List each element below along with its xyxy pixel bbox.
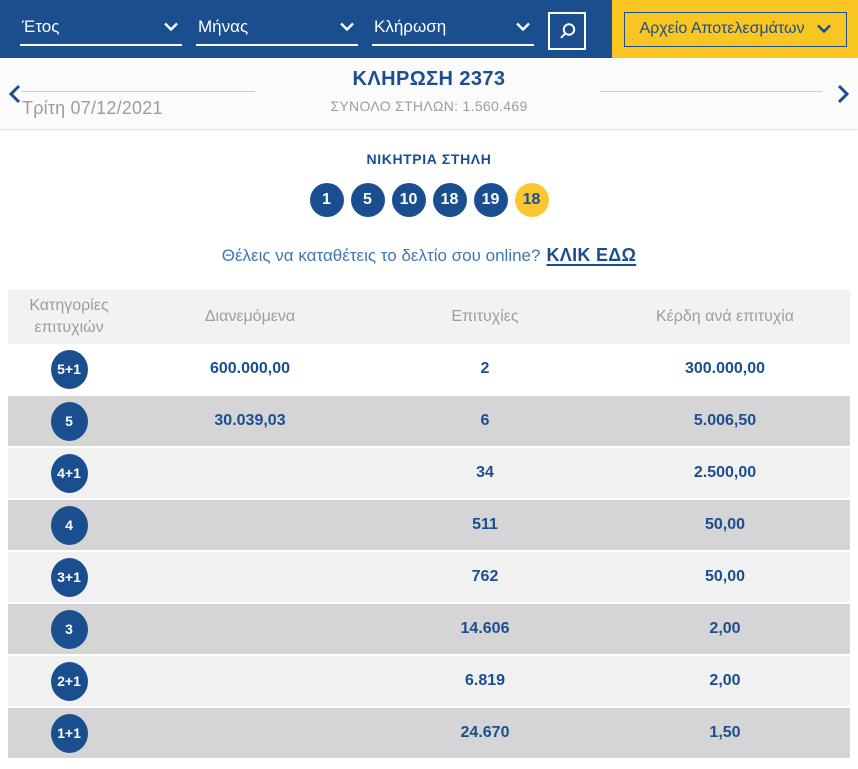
winning-column-heading: ΝΙΚΗΤΡΙΑ ΣΤΗΛΗ <box>366 151 492 167</box>
category-badge: 4+1 <box>50 453 88 493</box>
winning-number-ball: 18 <box>432 183 467 217</box>
winning-numbers: 1 5 10 18 19 18 <box>0 183 858 217</box>
table-row: 5 30.039,03 6 5.006,50 <box>8 396 850 448</box>
category-badge: 2+1 <box>50 661 88 701</box>
winning-number-ball: 19 <box>473 183 508 217</box>
lottery-results-page: Έτος Μήνας Κλήρωση Αρχείο Αποτελεσμάτων <box>0 0 858 769</box>
archive-section: Αρχείο Αποτελεσμάτων <box>612 0 858 58</box>
search-icon <box>560 23 576 39</box>
payout-value: 50,00 <box>704 568 746 585</box>
prize-table-header: Κατηγορίες επιτυχιών Διανεμόμενα Επιτυχί… <box>8 290 850 344</box>
payout-value: 300.000,00 <box>684 360 766 377</box>
draw-date-block: Τρίτη 07/12/2021 <box>22 91 255 119</box>
payout-value: 1,50 <box>709 724 741 741</box>
table-row: 4+1 34 2.500,00 <box>8 448 850 500</box>
chevron-down-icon <box>164 22 178 31</box>
year-dropdown[interactable]: Έτος <box>20 15 182 46</box>
prize-table-body: 5+1 600.000,00 2 300.000,00 5 30.039,03 … <box>8 344 850 760</box>
divider-line <box>22 91 255 92</box>
divider-block <box>600 91 822 92</box>
winners-value: 511 <box>472 516 498 533</box>
search-button[interactable] <box>548 12 586 50</box>
payout-value: 50,00 <box>704 516 746 533</box>
total-columns: ΣΥΝΟΛΟ ΣΤΗΛΩΝ: 1.560.469 <box>330 98 528 114</box>
category-badge: 5+1 <box>50 349 88 389</box>
table-row: 2+1 6.819 2,00 <box>8 656 850 708</box>
topbar: Έτος Μήνας Κλήρωση Αρχείο Αποτελεσμάτων <box>0 0 858 58</box>
winners-value: 6 <box>480 412 490 429</box>
chevron-left-icon <box>8 84 21 104</box>
winning-column-section: ΝΙΚΗΤΡΙΑ ΣΤΗΛΗ 1 5 10 18 19 18 Θέλεις να… <box>0 151 858 266</box>
col-header-distributed: Διανεμόμενα <box>204 308 296 325</box>
filter-group: Έτος Μήνας Κλήρωση <box>0 0 612 58</box>
draw-date: Τρίτη 07/12/2021 <box>22 98 163 118</box>
winning-number-ball: 10 <box>391 183 426 217</box>
month-dropdown-label: Μήνας <box>198 16 249 36</box>
year-dropdown-label: Έτος <box>22 16 60 36</box>
winners-value: 14.606 <box>460 620 510 637</box>
category-badge: 4 <box>50 505 88 545</box>
winners-value: 34 <box>476 464 494 481</box>
payout-value: 2.500,00 <box>693 464 757 481</box>
table-row: 3+1 762 50,00 <box>8 552 850 604</box>
winning-number-ball: 1 <box>309 183 344 217</box>
table-row: 5+1 600.000,00 2 300.000,00 <box>8 344 850 396</box>
play-online-cta: Θέλεις να καταθέτεις το δελτίο σου onlin… <box>0 245 858 266</box>
table-row: 3 14.606 2,00 <box>8 604 850 656</box>
category-badge: 3 <box>50 609 88 649</box>
joker-number-ball: 18 <box>514 183 549 217</box>
category-badge: 3+1 <box>50 557 88 597</box>
prize-table: Κατηγορίες επιτυχιών Διανεμόμενα Επιτυχί… <box>8 290 850 760</box>
col-header-categories: Κατηγορίες επιτυχιών <box>29 297 109 336</box>
draw-header: ΚΛΗΡΩΣΗ 2373 ΣΥΝΟΛΟ ΣΤΗΛΩΝ: 1.560.469 <box>330 68 527 114</box>
winners-value: 2 <box>480 360 490 377</box>
click-here-link[interactable]: ΚΛΙΚ ΕΔΩ <box>546 245 636 265</box>
chevron-down-icon <box>516 22 530 31</box>
previous-draw-button[interactable] <box>7 82 23 109</box>
payout-value: 5.006,50 <box>693 412 757 429</box>
category-badge: 1+1 <box>50 713 88 753</box>
col-header-payout: Κέρδη ανά επιτυχία <box>655 308 795 325</box>
winners-value: 6.819 <box>464 672 506 689</box>
cta-text: Θέλεις να καταθέτεις το δελτίο σου onlin… <box>221 246 541 265</box>
winners-value: 24.670 <box>460 724 510 741</box>
chevron-down-icon <box>816 24 831 33</box>
category-badge: 5 <box>50 401 88 441</box>
archive-results-button[interactable]: Αρχείο Αποτελεσμάτων <box>623 11 847 47</box>
winning-number-ball: 5 <box>350 183 385 217</box>
archive-results-label: Αρχείο Αποτελεσμάτων <box>639 19 805 37</box>
table-row: 1+1 24.670 1,50 <box>8 708 850 760</box>
winners-value: 762 <box>471 568 499 585</box>
payout-value: 2,00 <box>709 672 741 689</box>
col-header-winners: Επιτυχίες <box>451 308 519 325</box>
distributed-value: 30.039,03 <box>214 412 286 429</box>
chevron-down-icon <box>340 22 354 31</box>
draw-dropdown-label: Κλήρωση <box>374 16 447 36</box>
payout-value: 2,00 <box>709 620 741 637</box>
next-draw-button[interactable] <box>835 82 851 109</box>
divider-line <box>600 91 822 92</box>
draw-title: ΚΛΗΡΩΣΗ 2373 <box>352 68 506 90</box>
draw-dropdown[interactable]: Κλήρωση <box>372 15 534 46</box>
table-row: 4 511 50,00 <box>8 500 850 552</box>
chevron-right-icon <box>837 84 850 104</box>
draw-navigation: Τρίτη 07/12/2021 ΚΛΗΡΩΣΗ 2373 ΣΥΝΟΛΟ ΣΤΗ… <box>0 58 858 130</box>
distributed-value: 600.000,00 <box>209 360 291 377</box>
month-dropdown[interactable]: Μήνας <box>196 15 358 46</box>
